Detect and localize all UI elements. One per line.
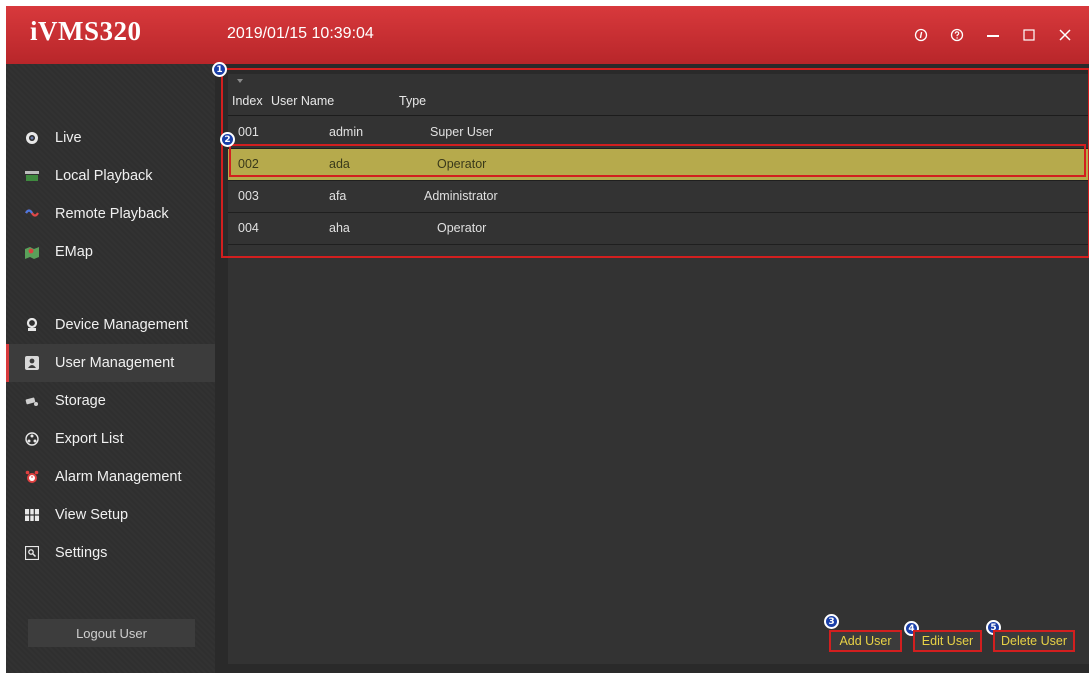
annotation-badge-1: 1	[212, 62, 227, 77]
window-controls	[903, 20, 1083, 50]
sidebar-item-label: EMap	[55, 244, 93, 260]
nav-group-manage: Device Management User Management Storag…	[6, 306, 215, 572]
table-header: Index User Name Type	[228, 74, 1088, 116]
local-playback-icon	[25, 169, 39, 183]
close-icon[interactable]	[1047, 20, 1083, 50]
user-icon	[25, 356, 39, 370]
sidebar-item-label: Settings	[55, 545, 108, 561]
column-header-user-name[interactable]: User Name	[271, 94, 334, 108]
emap-icon	[25, 245, 39, 259]
export-icon	[25, 432, 39, 446]
annotation-badge-2: 2	[220, 132, 235, 147]
sidebar-item-remote-playback[interactable]: Remote Playback	[6, 195, 215, 233]
sidebar-item-export-list[interactable]: Export List	[6, 420, 215, 458]
remote-playback-icon	[25, 207, 39, 221]
title-bar: iVMS320 2019/01/15 10:39:04	[6, 6, 1089, 64]
sidebar-item-label: Export List	[55, 431, 124, 447]
alarm-icon	[25, 470, 39, 484]
column-header-index[interactable]: Index	[232, 94, 263, 108]
sidebar-item-label: View Setup	[55, 507, 129, 523]
sidebar-item-label: Alarm Management	[55, 469, 182, 485]
storage-icon	[25, 394, 39, 408]
device-icon	[25, 318, 39, 332]
sidebar-item-label: Device Management	[55, 317, 188, 333]
cell-user-name: ada	[329, 157, 350, 171]
cell-index: 002	[238, 157, 259, 171]
app-logo: iVMS320	[30, 16, 142, 46]
sidebar-item-view-setup[interactable]: View Setup	[6, 496, 215, 534]
annotation-badge-3: 3	[824, 614, 839, 629]
table-row[interactable]: 004 aha Operator	[228, 213, 1088, 245]
sidebar-item-label: User Management	[55, 355, 175, 371]
view-setup-icon	[25, 508, 39, 522]
cell-user-name: afa	[329, 189, 347, 203]
user-table-body: 001 admin Super User 002 ada Operator 00…	[228, 117, 1088, 245]
cell-type: Super User	[430, 125, 494, 139]
datetime-display: 2019/01/15 10:39:04	[227, 25, 374, 42]
about-icon[interactable]	[903, 20, 939, 50]
cell-type: Administrator	[424, 189, 498, 203]
edit-user-button[interactable]: Edit User	[913, 630, 982, 652]
table-row-selected[interactable]: 002 ada Operator	[228, 149, 1088, 181]
delete-user-button[interactable]: Delete User	[993, 630, 1075, 652]
sidebar-item-storage[interactable]: Storage	[6, 382, 215, 420]
sidebar-item-live[interactable]: Live	[6, 119, 215, 157]
user-list-panel: Index User Name Type 001 admin Super Use…	[228, 74, 1089, 664]
cell-type: Operator	[437, 157, 487, 171]
cell-type: Operator	[437, 221, 487, 235]
sidebar-item-settings[interactable]: Settings	[6, 534, 215, 572]
sidebar-item-label: Live	[55, 130, 82, 146]
app-window: iVMS320 2019/01/15 10:39:04 Live Local P…	[6, 6, 1089, 673]
sort-caret-icon[interactable]	[237, 79, 243, 83]
cell-user-name: aha	[329, 221, 350, 235]
sidebar-item-device-management[interactable]: Device Management	[6, 306, 215, 344]
cell-index: 004	[238, 221, 259, 235]
sidebar-item-label: Storage	[55, 393, 106, 409]
live-icon	[25, 131, 39, 145]
table-row[interactable]: 001 admin Super User	[228, 117, 1088, 149]
column-header-type[interactable]: Type	[399, 94, 426, 108]
table-row[interactable]: 003 afa Administrator	[228, 181, 1088, 213]
cell-index: 003	[238, 189, 259, 203]
sidebar-item-label: Remote Playback	[55, 206, 169, 222]
help-icon[interactable]	[939, 20, 975, 50]
cell-user-name: admin	[329, 125, 364, 139]
nav-group-view: Live Local Playback Remote Playback EMap	[6, 119, 215, 271]
sidebar-item-emap[interactable]: EMap	[6, 233, 215, 271]
cell-index: 001	[238, 125, 259, 139]
logout-button[interactable]: Logout User	[28, 619, 195, 647]
sidebar-item-alarm-management[interactable]: Alarm Management	[6, 458, 215, 496]
sidebar-item-label: Local Playback	[55, 168, 153, 184]
add-user-button[interactable]: Add User	[829, 630, 902, 652]
sidebar: Live Local Playback Remote Playback EMap…	[6, 64, 215, 673]
sidebar-item-user-management[interactable]: User Management	[6, 344, 215, 382]
settings-icon	[25, 546, 39, 560]
maximize-icon[interactable]	[1011, 20, 1047, 50]
sidebar-item-local-playback[interactable]: Local Playback	[6, 157, 215, 195]
minimize-icon[interactable]	[975, 20, 1011, 50]
